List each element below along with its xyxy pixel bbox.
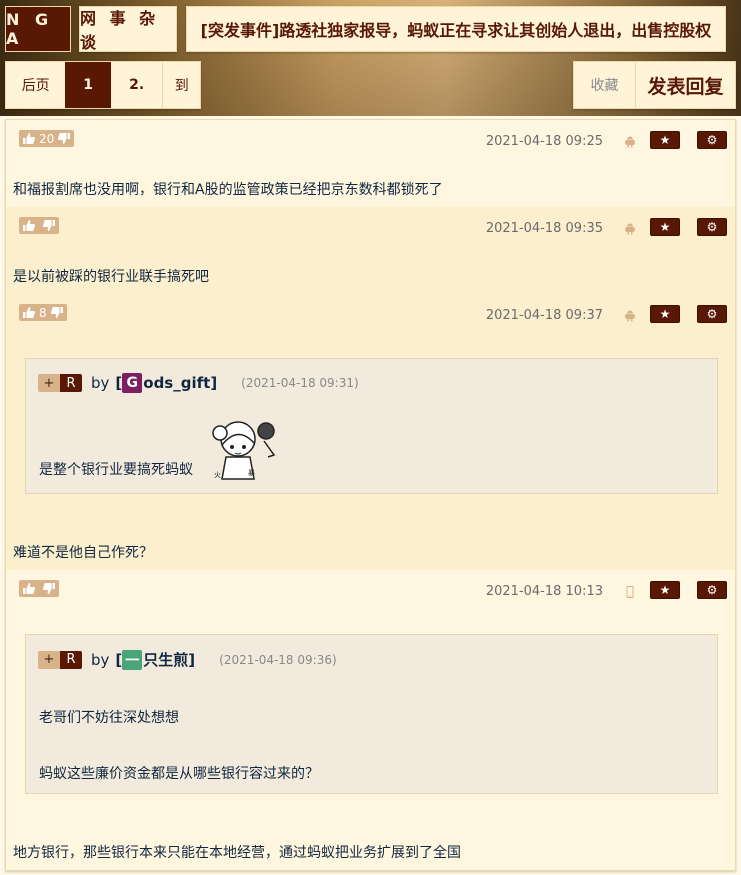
thumb-up-icon[interactable] [23,307,35,318]
star-icon[interactable]: ★ [650,218,680,236]
quote-by-label: by [91,374,110,392]
quote-content: 是整个银行业要搞死蚂蚁 [39,462,193,478]
thumb-up-icon[interactable] [23,583,35,594]
thumb-up-icon[interactable] [23,220,35,231]
gear-icon[interactable]: ⚙ [697,581,727,599]
quote-content: 老哥们不妨往深处想想 [39,710,179,726]
post: 20 2021-04-18 09:25 ★ ⚙ 和福报割席也没用啊，银行和A股的… [6,120,735,207]
android-icon [625,223,635,235]
iphone-icon [626,586,634,598]
goto-page-button[interactable]: 到 [162,62,200,108]
svg-text:火: 火 [214,471,221,479]
thumb-down-icon[interactable] [43,583,55,594]
thread-title[interactable]: [突发事件]路透社独家报导，蚂蚁正在寻求让其创始人退出，出售控股权 [186,6,726,52]
gear-icon[interactable]: ⚙ [697,218,727,236]
post-time: 2021-04-18 10:13 [485,584,603,599]
page-2-button[interactable]: 2. [111,62,162,108]
thumb-up-icon[interactable] [23,133,35,144]
username-text: ods_gift [143,374,211,392]
thumb-down-icon[interactable] [43,220,55,231]
bracket-close: ] [210,374,218,392]
thumb-down-icon[interactable] [50,307,63,318]
vote-widget [19,580,59,597]
android-icon [625,310,635,322]
vote-widget [19,217,59,234]
gear-icon[interactable]: ⚙ [697,305,727,323]
gear-icon[interactable]: ⚙ [697,131,727,149]
quote-content: 蚂蚁这些廉价资金都是从哪些银行容过来的？ [39,766,319,782]
quote-header: + R by [ G ods_gift ] (2021-04-18 09:31) [38,373,359,393]
post-content: 是以前被踩的银行业联手搞死吧 [13,269,209,285]
quote-reply-button[interactable]: R [60,650,82,669]
post: 8 2021-04-18 09:37 ★ ⚙ + R by [ G ods_gi… [6,294,735,570]
quote-block: + R by [ 一 只生煎 ] (2021-04-18 09:36) 老哥们不… [25,634,718,794]
post-list: 20 2021-04-18 09:25 ★ ⚙ 和福报割席也没用啊，银行和A股的… [5,119,736,871]
favorite-button[interactable]: 收藏 [574,62,636,108]
quote-reply-button[interactable]: R [60,374,82,392]
bracket-open: [ [115,650,123,669]
android-icon [625,136,635,148]
prev-page-button[interactable]: 后页 [6,62,65,108]
pagination: 后页 1 2. 到 [5,61,201,109]
quote-time: (2021-04-18 09:36) [219,652,337,667]
post-content: 和福报割席也没用啊，银行和A股的监管政策已经把京东数科都锁死了 [13,182,443,198]
avatar: 一 [122,649,143,670]
post-time: 2021-04-18 09:37 [485,308,603,323]
quote-block: + R by [ G ods_gift ] (2021-04-18 09:31) [25,358,718,494]
nga-logo[interactable]: N G A [5,6,71,52]
vote-count: 8 [39,305,47,320]
breadcrumb-forum[interactable]: 网 事 杂 谈 [79,6,177,52]
star-icon[interactable]: ★ [650,581,680,599]
post-time: 2021-04-18 09:35 [485,221,603,236]
quote-plus-button[interactable]: + [38,376,60,391]
thumb-down-icon[interactable] [58,133,71,144]
vote-widget: 8 [19,304,67,321]
quote-actions: + R [38,374,82,392]
post-time: 2021-04-18 09:25 [485,134,603,149]
quote-time: (2021-04-18 09:31) [241,376,359,390]
vote-widget: 20 [19,130,75,147]
quote-username[interactable]: [ G ods_gift ] [115,373,217,393]
bracket-open: [ [115,374,123,392]
post-content: 地方银行，那些银行本来只能在本地经营，通过蚂蚁把业务扩展到了全国 [13,845,461,861]
post-content: 难道不是他自己作死？ [13,545,153,561]
quote-by-label: by [91,650,110,669]
bracket-close: ] [188,650,196,669]
avatar: G [122,373,143,393]
star-icon[interactable]: ★ [650,305,680,323]
reply-button[interactable]: 发表回复 [636,62,735,108]
vote-count: 20 [39,131,55,146]
svg-text:暴: 暴 [248,469,255,477]
star-icon[interactable]: ★ [650,131,680,149]
post: 2021-04-18 09:35 ★ ⚙ 是以前被踩的银行业联手搞死吧 [6,207,735,294]
username-text: 只生煎 [143,651,189,669]
quote-username[interactable]: [ 一 只生煎 ] [115,649,195,670]
quote-header: + R by [ 一 只生煎 ] (2021-04-18 09:36) [38,649,337,670]
quote-plus-button[interactable]: + [38,652,60,667]
post: 2021-04-18 10:13 ★ ⚙ + R by [ 一 只生煎 ] (2… [6,570,735,870]
thread-actions: 收藏 发表回复 [573,61,736,109]
sticker-image: 火 暴 [212,421,276,480]
page-1-button[interactable]: 1 [65,62,111,108]
quote-actions: + R [38,650,82,669]
